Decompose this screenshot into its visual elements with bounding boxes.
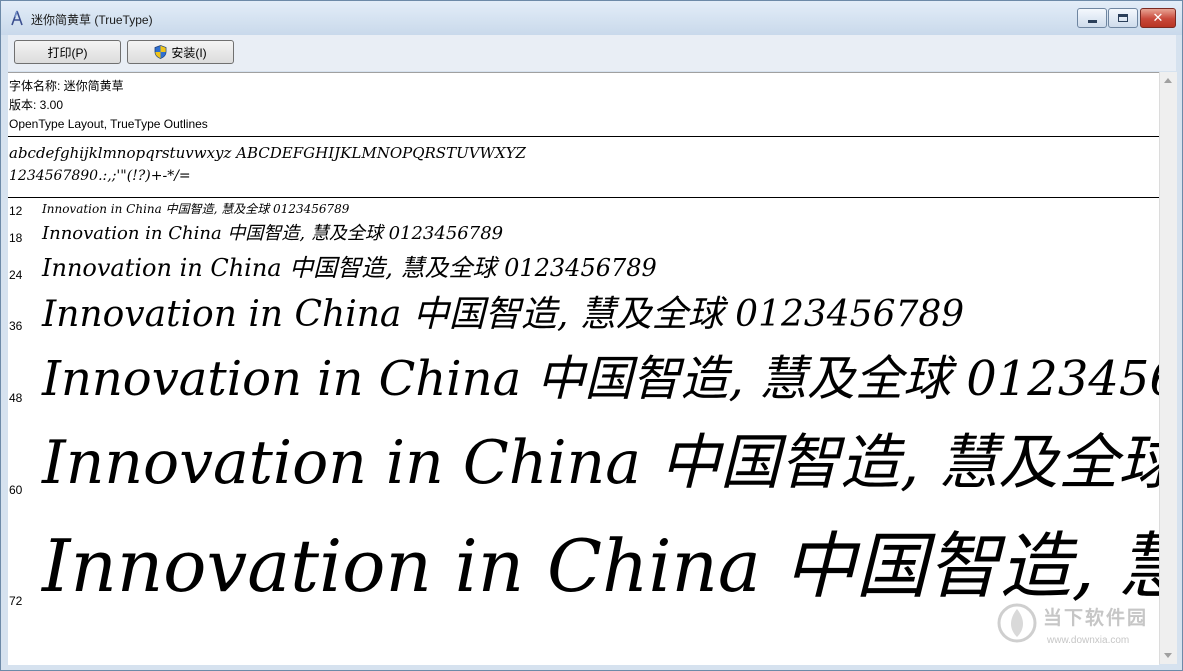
- sample-size-label: 48: [9, 391, 23, 405]
- scroll-up-icon[interactable]: [1164, 78, 1172, 83]
- charset-digits: 1234567890.:,;'"(!?)+-*/=: [9, 168, 191, 184]
- sample-size-label: 72: [9, 594, 23, 608]
- minimize-icon: [1087, 19, 1097, 23]
- close-button[interactable]: ✕: [1140, 8, 1176, 28]
- maximize-icon: [1118, 14, 1128, 22]
- install-button-label: 安装(I): [171, 45, 207, 60]
- sample-text: Innovation in China 中国智造, 慧及全球 012345678…: [42, 351, 1159, 407]
- font-type-line: OpenType Layout, TrueType Outlines: [9, 117, 208, 131]
- title-bar[interactable]: 迷你简黄草 (TrueType) ✕: [1, 1, 1182, 35]
- sample-text: Innovation in China 中国智造, 慧及全球 012345678…: [42, 223, 504, 244]
- separator: [8, 136, 1159, 137]
- sample-text: Innovation in China 中国智造, 慧及全球 012345678…: [42, 202, 350, 216]
- font-viewer-window: 迷你简黄草 (TrueType) ✕ 打印(P) 安装(I) 字体名称: 迷你简…: [0, 0, 1183, 671]
- scroll-down-icon[interactable]: [1164, 653, 1172, 658]
- close-icon: ✕: [1152, 10, 1164, 26]
- font-preview-pane[interactable]: 字体名称: 迷你简黄草 版本: 3.00 OpenType Layout, Tr…: [8, 72, 1159, 665]
- sample-text: Innovation in China 中国智造, 慧及全球 012345678…: [42, 254, 657, 282]
- sample-size-label: 36: [9, 319, 23, 333]
- toolbar: 打印(P) 安装(I): [8, 35, 1176, 71]
- install-button[interactable]: 安装(I): [127, 40, 234, 64]
- sample-size-label: 24: [9, 268, 23, 282]
- sample-text: Innovation in China 中国智造, 慧及全球 012345678…: [42, 428, 1159, 498]
- window-title: 迷你简黄草 (TrueType): [31, 13, 153, 27]
- separator: [8, 197, 1159, 198]
- font-version-line: 版本: 3.00: [9, 98, 64, 112]
- sample-text: Innovation in China 中国智造, 慧及全球 012345678…: [42, 294, 965, 335]
- sample-size-label: 60: [9, 483, 23, 497]
- vertical-scrollbar[interactable]: [1159, 72, 1177, 664]
- charset-letters: abcdefghijklmnopqrstuvwxyz ABCDEFGHIJKLM…: [9, 144, 526, 162]
- maximize-button[interactable]: [1108, 8, 1138, 28]
- print-button-label: 打印(P): [47, 45, 88, 60]
- sample-text: Innovation in China 中国智造, 慧及全球 012345678…: [42, 524, 1159, 608]
- print-button[interactable]: 打印(P): [14, 40, 121, 64]
- sample-size-label: 18: [9, 231, 23, 245]
- minimize-button[interactable]: [1077, 8, 1107, 28]
- font-file-icon: [11, 10, 23, 26]
- shield-icon: [154, 45, 167, 59]
- sample-size-label: 12: [9, 204, 23, 218]
- font-info: 字体名称: 迷你简黄草 版本: 3.00 OpenType Layout, Tr…: [9, 77, 208, 134]
- font-name-line: 字体名称: 迷你简黄草: [9, 79, 124, 93]
